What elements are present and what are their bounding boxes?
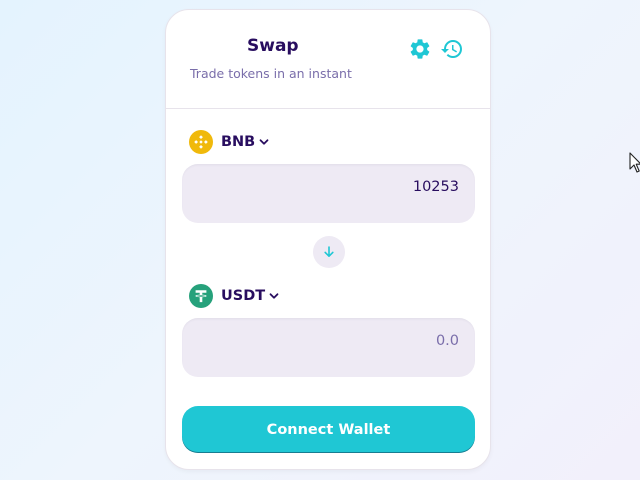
to-amount-box — [182, 318, 475, 377]
from-amount-input[interactable] — [219, 179, 459, 195]
swap-card: Swap Trade tokens in an instant BNB 1025… — [165, 9, 491, 470]
usdt-logo — [189, 284, 213, 308]
page-subtitle: Trade tokens in an instant — [190, 66, 352, 81]
from-token-select[interactable]: BNB — [189, 130, 270, 154]
from-token-symbol: BNB — [221, 134, 256, 150]
bnb-logo — [189, 130, 213, 154]
to-amount-input[interactable] — [219, 333, 459, 349]
chevron-down-icon — [268, 290, 280, 302]
history-icon[interactable] — [440, 37, 464, 61]
page-title: Swap — [247, 36, 299, 56]
arrow-down-icon — [324, 246, 334, 257]
swap-header: Swap Trade tokens in an instant — [166, 10, 490, 109]
chevron-down-icon — [258, 136, 270, 148]
mouse-cursor-icon — [629, 152, 640, 173]
switch-tokens-button[interactable] — [313, 236, 345, 268]
connect-wallet-button[interactable]: Connect Wallet — [182, 406, 475, 453]
from-amount-box — [182, 164, 475, 223]
gear-icon[interactable] — [408, 37, 432, 61]
to-token-select[interactable]: USDT — [189, 284, 280, 308]
to-token-symbol: USDT — [221, 288, 266, 304]
